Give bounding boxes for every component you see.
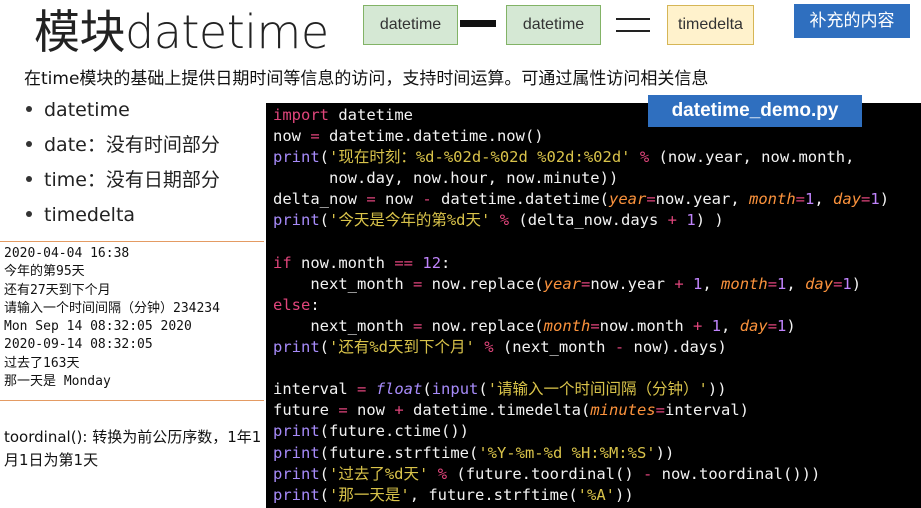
bullet-item: time：没有日期部分 (26, 168, 220, 203)
bullet-item: timedelta (26, 203, 220, 238)
bullet-item: datetime (26, 98, 220, 133)
output-line: 2020-09-14 08:32:05 (4, 337, 153, 353)
bullet-icon (26, 175, 32, 182)
subtitle: 在time模块的基础上提供日期时间等信息的访问，支持时间运算。可通过属性访问相关… (24, 69, 709, 89)
timedelta-box: timedelta (667, 5, 754, 45)
code-block: import datetime now = datetime.datetime.… (266, 103, 921, 508)
program-output: 2020-04-04 16:38 今年的第95天还有27天到下个月请输入一个时间间… (4, 245, 220, 391)
output-line: 还有27天到下个月 (4, 282, 111, 298)
divider-bottom (0, 400, 264, 401)
output-line: 今年的第95天 (4, 264, 85, 280)
bullet-icon (26, 210, 32, 217)
equals-sign-bottom (616, 30, 650, 32)
bullet-icon (26, 105, 32, 112)
output-line: 请输入一个时间间隔（分钟）234234 (4, 300, 220, 316)
code-text: import datetime now = datetime.datetime.… (273, 106, 890, 504)
output-line: Mon Sep 14 08:32:05 2020 (4, 319, 192, 335)
equals-sign-top (616, 18, 650, 20)
bullet-icon (26, 140, 32, 147)
output-line: 2020-04-04 16:38 (4, 246, 130, 261)
output-line: 那一天是 Monday (4, 374, 111, 390)
page-title: 模块datetime (34, 5, 329, 59)
divider-top (0, 241, 264, 242)
bullet-list: datetime date：没有时间部分 time：没有日期部分 timedel… (26, 98, 220, 238)
bullet-item: date：没有时间部分 (26, 133, 220, 168)
minus-sign (460, 20, 496, 27)
supplement-badge: 补充的内容 (794, 4, 910, 38)
toordinal-note: toordinal(): 转换为前公历序数，1年1月1日为第1天 (4, 428, 262, 469)
datetime-box-1: datetime (363, 5, 458, 45)
datetime-box-2: datetime (506, 5, 601, 45)
output-line: 过去了163天 (4, 355, 80, 371)
filename-badge: datetime_demo.py (648, 95, 862, 127)
